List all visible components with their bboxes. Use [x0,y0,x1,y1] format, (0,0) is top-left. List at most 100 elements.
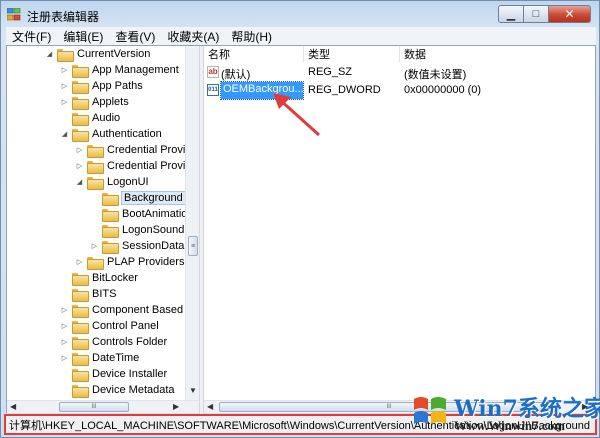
tree-item-label: Credential Provid [107,160,192,172]
expand-icon[interactable]: ▷ [60,82,69,91]
tree-horizontal-scrollbar[interactable]: ◀ III ▶ [7,400,199,413]
minimize-button[interactable]: ▁ [498,5,524,23]
expand-icon[interactable]: ▷ [75,258,84,267]
value-row-default[interactable]: ab (默认) REG_SZ (数值未设置) [204,64,595,82]
expand-icon[interactable]: ▷ [60,354,69,363]
menu-view[interactable]: 查看(V) [109,28,161,45]
folder-icon [87,256,104,270]
scroll-right-arrow-icon[interactable]: ▶ [173,402,179,411]
tree-item-applets[interactable]: ▷ Applets [60,94,129,110]
registry-values-list[interactable]: 名称 类型 数据 ab (默认) REG_SZ (数值未设置) 011 OEMB… [204,46,595,400]
menu-bar: 文件(F) 编辑(E) 查看(V) 收藏夹(A) 帮助(H) [6,27,596,45]
registry-key-tree[interactable]: ◢ CurrentVersion ▷ App Management ▷ App … [7,46,199,400]
tree-item-bitlocker[interactable]: BitLocker [60,270,138,286]
scrollbar-thumb[interactable]: III [59,402,129,412]
menu-help[interactable]: 帮助(H) [225,28,278,45]
tree-item-bits[interactable]: BITS [60,286,116,302]
close-button[interactable]: ✕ [549,5,591,23]
folder-icon [72,64,89,78]
expand-icon[interactable]: ▷ [60,306,69,315]
menu-edit[interactable]: 编辑(E) [57,28,109,45]
tree-item-label: CurrentVersion [77,48,151,60]
tree-item-device-metadata[interactable]: Device Metadata [60,382,175,398]
tree-item-logonui[interactable]: ◢ LogonUI [75,174,149,190]
tree-item-background[interactable]: Background [90,190,186,206]
tree-item-authentication[interactable]: ◢ Authentication [60,126,162,142]
folder-icon [102,240,119,254]
collapse-icon[interactable]: ◢ [45,50,54,59]
windows-logo-icon [414,397,446,424]
expand-icon[interactable]: ▷ [75,162,84,171]
scroll-left-arrow-icon[interactable]: ◀ [10,402,16,411]
tree-item-device-installer[interactable]: Device Installer [60,366,167,382]
tree-item-label: Background [121,191,186,205]
string-value-icon: ab [207,66,219,78]
column-header-type[interactable]: 类型 [304,46,400,62]
value-type: REG_SZ [308,66,353,78]
expand-icon[interactable]: ▷ [90,242,99,251]
tree-item-audio[interactable]: Audio [60,110,120,126]
tree-item-component-based[interactable]: ▷ Component Based S [60,302,194,318]
folder-icon [72,352,89,366]
expand-icon[interactable]: ▷ [60,322,69,331]
tree-item-label: Credential Provid [107,144,192,156]
menu-favorites[interactable]: 收藏夹(A) [161,28,225,45]
watermark: Win7系统之家 Www.Winwin7.com [406,387,600,435]
tree-item-label: Audio [92,112,121,124]
folder-icon [72,272,89,286]
expand-icon[interactable]: ▷ [60,338,69,347]
column-header-name[interactable]: 名称 [204,46,304,62]
folder-icon [72,336,89,350]
tree-item-plap-providers[interactable]: ▷ PLAP Providers [75,254,184,270]
value-name: (默认) [221,69,251,81]
collapse-icon[interactable]: ◢ [60,130,69,139]
tree-item-sessiondata[interactable]: ▷ SessionData [90,238,184,254]
tree-item-credential-provid-2[interactable]: ▷ Credential Provid [75,158,191,174]
tree-item-logonsoundp[interactable]: LogonSoundP [90,222,192,238]
scroll-left-arrow-icon[interactable]: ◀ [207,402,213,411]
tree-item-control-panel[interactable]: ▷ Control Panel [60,318,159,334]
tree-item-app-management[interactable]: ▷ App Management [60,62,179,78]
maximize-button[interactable]: □ [524,5,549,23]
tree-item-currentversion[interactable]: ◢ CurrentVersion [45,46,150,62]
registry-app-icon [7,8,21,21]
tree-item-bootanimation[interactable]: BootAnimatio [90,206,187,222]
tree-item-label: LogonUI [107,176,149,188]
folder-icon [72,288,89,302]
tree-item-credential-provid-1[interactable]: ▷ Credential Provid [75,142,191,158]
window-controls: ▁ □ ✕ [498,5,591,23]
scroll-down-arrow-icon[interactable]: ▼ [189,386,197,395]
value-row-oembackground[interactable]: 011 OEMBackgrou... REG_DWORD 0x00000000 … [204,81,595,100]
expand-icon[interactable]: ▷ [60,66,69,75]
folder-icon [72,384,89,398]
scrollbar-thumb[interactable]: ≡ [188,236,198,256]
value-data: 0x00000000 (0) [404,84,482,96]
tree-item-label: Device Metadata [92,384,175,396]
expand-icon[interactable]: ▷ [60,98,69,107]
tree-vertical-scrollbar[interactable]: ≡ ▼ [185,46,199,400]
folder-icon [72,96,89,110]
expand-icon[interactable]: ▷ [75,146,84,155]
folder-icon [72,368,89,382]
folder-icon [102,208,119,222]
tree-item-label: Component Based S [92,304,194,316]
menu-file[interactable]: 文件(F) [6,28,57,45]
tree-item-datetime[interactable]: ▷ DateTime [60,350,139,366]
folder-icon [102,192,119,206]
folder-icon [87,160,104,174]
tree-item-controls-folder[interactable]: ▷ Controls Folder [60,334,167,350]
collapse-icon[interactable]: ◢ [75,178,84,187]
column-header-data[interactable]: 数据 [400,46,595,62]
title-bar[interactable]: 注册表编辑器 ▁ □ ✕ [1,1,599,27]
tree-item-label: App Paths [92,80,143,92]
tree-item-app-paths[interactable]: ▷ App Paths [60,78,143,94]
folder-icon [72,128,89,142]
tree-item-label: DateTime [92,352,140,364]
tree-item-label: PLAP Providers [107,256,185,268]
